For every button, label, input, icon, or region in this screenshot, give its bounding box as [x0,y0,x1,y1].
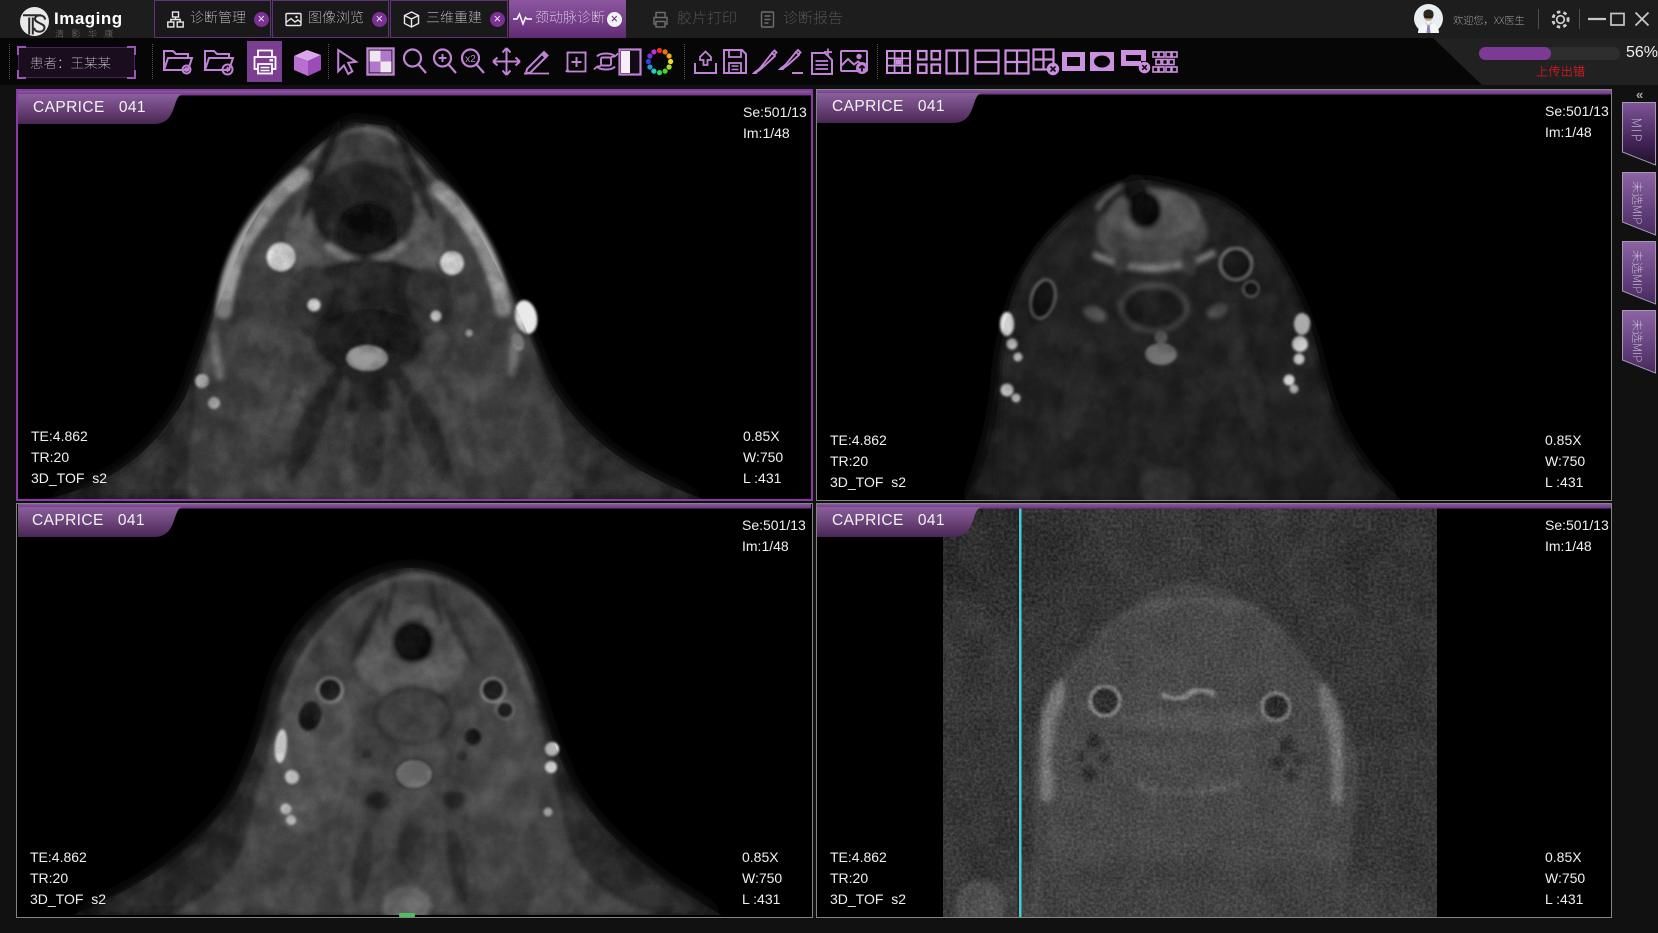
svg-text:x2: x2 [465,54,476,65]
